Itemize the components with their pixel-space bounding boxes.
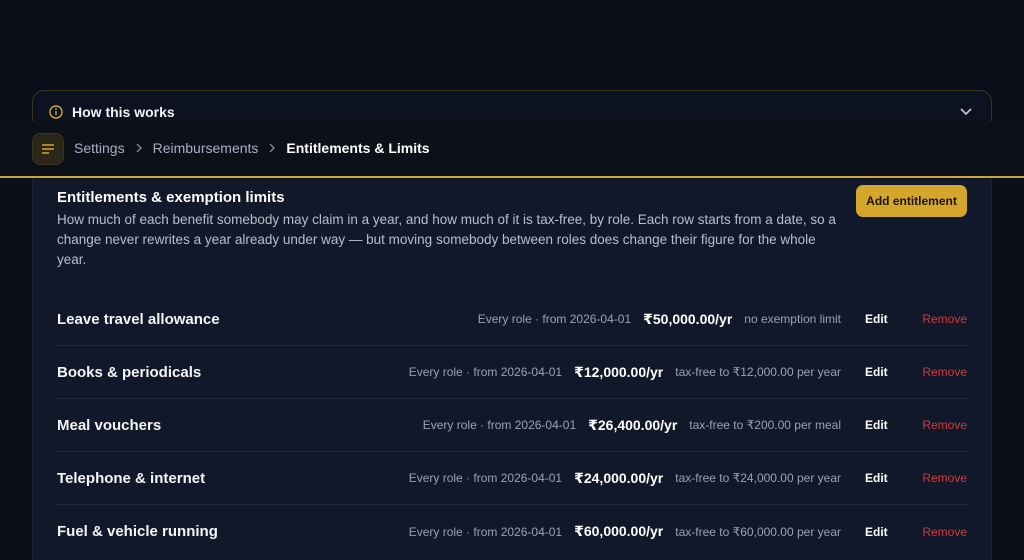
remove-button[interactable]: Remove: [911, 312, 967, 326]
entitlements-panel: Entitlements & exemption limits How much…: [32, 179, 992, 560]
entitlement-limit: no exemption limit: [744, 312, 841, 326]
breadcrumb-reimbursements[interactable]: Reimbursements: [153, 140, 259, 156]
entitlement-meta: Every role · from 2026-04-01: [408, 524, 563, 539]
remove-button[interactable]: Remove: [911, 525, 967, 539]
entitlement-row: Fuel & vehicle running Every role · from…: [57, 505, 967, 558]
entitlement-meta: Every role · from 2026-04-01: [408, 365, 563, 379]
entitlement-limit: tax-free to ₹12,000.00 per year: [675, 365, 841, 379]
entitlement-limit: tax-free to ₹60,000.00 per year: [675, 524, 841, 539]
edit-button[interactable]: Edit: [865, 525, 911, 539]
breadcrumb-current: Entitlements & Limits: [286, 140, 430, 156]
top-navigation-bar: Settings Reimbursements Entitlements & L…: [0, 121, 1024, 178]
entitlement-meta: Every role · from 2026-04-01: [477, 312, 632, 326]
info-icon: [49, 105, 63, 119]
entitlement-limit: tax-free to ₹200.00 per meal: [689, 418, 841, 432]
chevron-right-icon: [131, 141, 147, 155]
chevron-down-icon[interactable]: [959, 107, 973, 117]
entitlement-name: Books & periodicals: [57, 363, 202, 381]
edit-button[interactable]: Edit: [865, 418, 911, 432]
remove-button[interactable]: Remove: [911, 471, 967, 485]
entitlement-row: Telephone & internet Every role · from 2…: [57, 452, 967, 505]
edit-button[interactable]: Edit: [865, 471, 911, 485]
entitlement-row: Leave travel allowance Every role · from…: [57, 293, 967, 346]
entitlement-limit: tax-free to ₹24,000.00 per year: [675, 471, 841, 485]
entitlement-row: Books & periodicals Every role · from 20…: [57, 346, 967, 399]
edit-button[interactable]: Edit: [865, 365, 911, 379]
panel-description: How much of each benefit somebody may cl…: [57, 212, 836, 267]
remove-button[interactable]: Remove: [911, 365, 967, 379]
entitlement-name: Leave travel allowance: [57, 310, 220, 328]
entitlement-amount: ₹60,000.00/yr: [574, 523, 664, 539]
chevron-right-icon: [264, 141, 280, 155]
panel-title: Entitlements & exemption limits: [57, 189, 285, 206]
breadcrumb: Settings Reimbursements Entitlements & L…: [74, 140, 430, 156]
entitlement-list: Leave travel allowance Every role · from…: [57, 293, 967, 558]
entitlement-amount: ₹50,000.00/yr: [643, 310, 733, 327]
entitlement-row: Meal vouchers Every role · from 2026-04-…: [57, 399, 967, 452]
entitlement-amount: ₹26,400.00/yr: [588, 416, 678, 433]
add-entitlement-button[interactable]: Add entitlement: [856, 185, 967, 217]
how-this-works-header[interactable]: How this works: [49, 104, 175, 120]
entitlement-name: Meal vouchers: [57, 416, 162, 434]
menu-icon: [42, 144, 54, 154]
edit-button[interactable]: Edit: [865, 312, 911, 326]
entitlement-meta: Every role · from 2026-04-01: [422, 418, 577, 432]
remove-button[interactable]: Remove: [911, 418, 967, 432]
entitlement-name: Telephone & internet: [57, 469, 206, 487]
entitlement-meta: Every role · from 2026-04-01: [408, 471, 563, 485]
entitlement-amount: ₹12,000.00/yr: [574, 363, 664, 380]
breadcrumb-settings[interactable]: Settings: [74, 140, 125, 156]
menu-button[interactable]: [32, 133, 64, 165]
entitlement-amount: ₹24,000.00/yr: [574, 469, 664, 486]
entitlement-name: Fuel & vehicle running: [57, 523, 218, 540]
how-this-works-title: How this works: [72, 104, 175, 120]
